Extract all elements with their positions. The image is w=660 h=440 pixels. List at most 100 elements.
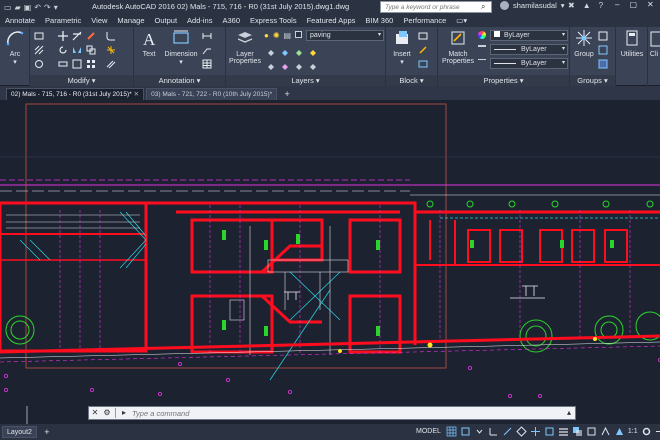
help-search-box[interactable]: ⌕ <box>380 1 492 13</box>
annotation-scale-value[interactable]: 1:1 <box>628 428 638 435</box>
bulb-icon[interactable]: ● <box>264 31 269 40</box>
tab-layout2[interactable]: Layout2 <box>2 426 37 438</box>
close-icon[interactable]: ✕ <box>647 0 654 9</box>
offset-icon[interactable] <box>106 59 116 69</box>
tab-a360[interactable]: A360 <box>217 14 245 27</box>
explode-icon[interactable] <box>106 45 116 55</box>
search-icon[interactable]: ⌕ <box>481 2 485 12</box>
rotate-icon[interactable] <box>58 45 68 55</box>
move-icon[interactable] <box>58 31 68 41</box>
tab-manage[interactable]: Manage <box>112 14 149 27</box>
object-snap-tracking-icon[interactable] <box>530 426 541 437</box>
ribbon-minimize-toggle[interactable]: ▭▾ <box>451 14 472 27</box>
linear-dim-icon[interactable] <box>202 31 212 41</box>
ortho-icon[interactable] <box>488 426 499 437</box>
make-current-icon[interactable] <box>266 61 276 71</box>
copy-icon[interactable] <box>86 45 96 55</box>
transparency-icon[interactable] <box>572 426 583 437</box>
tab-parametric[interactable]: Parametric <box>40 14 86 27</box>
close-icon[interactable]: ✕ <box>89 407 101 419</box>
help-search-input[interactable] <box>385 3 479 11</box>
plus-icon[interactable] <box>655 426 660 437</box>
object-snap-icon[interactable] <box>544 426 555 437</box>
annotation-visibility-icon[interactable] <box>600 426 611 437</box>
utilities-tool[interactable]: Utilities <box>618 29 646 58</box>
leader-icon[interactable] <box>202 45 212 55</box>
dropdown-icon[interactable]: ▾ <box>54 3 58 12</box>
layer-walk-icon[interactable] <box>308 61 318 71</box>
scale-icon[interactable] <box>72 59 82 69</box>
new-layout-button[interactable]: + <box>41 426 53 438</box>
snap-dropdown-icon[interactable] <box>474 426 485 437</box>
match-layer-icon[interactable] <box>280 61 290 71</box>
hatch-icon[interactable] <box>34 45 44 55</box>
linetype-dropdown[interactable]: ByLayer ▾ <box>490 44 568 55</box>
insert-tool[interactable]: Insert ▾ <box>390 29 414 66</box>
layer-isolate-icon[interactable] <box>280 47 290 57</box>
modify-panel-title[interactable]: Modify ▾ <box>30 75 133 86</box>
color-dropdown[interactable]: ByLayer ▾ <box>490 30 568 41</box>
help-icon[interactable]: ? <box>599 1 603 10</box>
ungroup-icon[interactable] <box>598 31 608 41</box>
tab-express-tools[interactable]: Express Tools <box>245 14 302 27</box>
layer-lock-icon[interactable] <box>308 47 318 57</box>
layer-freeze-icon[interactable] <box>294 47 304 57</box>
stretch-icon[interactable] <box>58 59 68 69</box>
layers-panel-title[interactable]: Layers ▾ <box>226 75 385 86</box>
block-panel-title[interactable]: Block ▾ <box>386 75 437 86</box>
redo-icon[interactable]: ↷ <box>44 3 51 12</box>
maximize-icon[interactable]: ▢ <box>629 0 637 9</box>
document-tab[interactable]: 03) Mals - 721, 722 - R0 (10th July 2015… <box>146 88 278 100</box>
clipboard-tool[interactable]: Cli <box>648 29 660 58</box>
array-icon[interactable] <box>86 59 96 69</box>
tab-bim-360[interactable]: BIM 360 <box>360 14 398 27</box>
group-selection-icon[interactable] <box>598 59 608 69</box>
circle-icon[interactable] <box>34 59 44 69</box>
model-space-button[interactable]: MODEL <box>414 428 443 435</box>
user-name[interactable]: shamilasudal <box>513 1 557 10</box>
groups-panel-title[interactable]: Groups ▾ <box>570 75 615 86</box>
document-tab-active[interactable]: 02) Mals - 715, 716 - R0 (31st July 2015… <box>6 88 145 100</box>
lineweight-icon[interactable] <box>558 426 569 437</box>
annotation-scale-icon[interactable] <box>614 426 625 437</box>
command-input[interactable] <box>130 408 563 418</box>
new-tab-button[interactable]: + <box>281 88 293 100</box>
tab-view[interactable]: View <box>86 14 112 27</box>
group-tool[interactable]: Group <box>572 29 596 58</box>
tab-featured-apps[interactable]: Featured Apps <box>302 14 361 27</box>
tab-performance[interactable]: Performance <box>398 14 451 27</box>
polar-icon[interactable] <box>502 426 513 437</box>
workspace-gear-icon[interactable] <box>641 426 652 437</box>
new-file-icon[interactable]: ▭ <box>4 3 12 12</box>
drawing-canvas[interactable] <box>0 100 660 424</box>
edit-block-icon[interactable] <box>418 45 428 55</box>
user-account[interactable]: shamilasudal ▾ <box>500 1 565 10</box>
close-icon[interactable]: ✕ <box>134 91 139 98</box>
block-attribute-icon[interactable] <box>418 59 428 69</box>
chevron-up-icon[interactable]: ▴ <box>563 407 575 419</box>
dimension-tool[interactable]: Dimension ▾ <box>164 29 198 66</box>
tab-annotate[interactable]: Annotate <box>0 14 40 27</box>
erase-icon[interactable] <box>86 31 96 41</box>
open-file-icon[interactable]: ▰ <box>15 3 21 12</box>
rectangle-icon[interactable] <box>34 31 44 41</box>
create-block-icon[interactable] <box>418 31 428 41</box>
text-tool[interactable]: A Text <box>138 29 160 58</box>
sun-icon[interactable]: ✺ <box>273 31 280 40</box>
a360-icon[interactable]: ▲ <box>583 1 591 10</box>
lineweight-dropdown[interactable]: ByLayer ▾ <box>490 58 568 69</box>
snap-icon[interactable] <box>460 426 471 437</box>
insert-dropdown-icon[interactable]: ▾ <box>390 58 414 66</box>
save-icon[interactable]: ▣ <box>24 3 32 12</box>
tab-add-ins[interactable]: Add-ins <box>182 14 217 27</box>
layer-previous-icon[interactable] <box>294 61 304 71</box>
undo-icon[interactable]: ↶ <box>34 3 41 12</box>
tab-output[interactable]: Output <box>150 14 183 27</box>
table-icon[interactable] <box>202 59 212 69</box>
annotation-panel-title[interactable]: Annotation ▾ <box>134 75 225 86</box>
chevron-down-icon[interactable]: ▾ <box>561 1 565 10</box>
arc-tool[interactable]: Arc ▾ <box>2 29 28 66</box>
selection-cycling-icon[interactable] <box>586 426 597 437</box>
match-properties-tool[interactable]: Match Properties <box>440 29 476 65</box>
settings-icon[interactable]: ⚙ <box>101 407 113 419</box>
